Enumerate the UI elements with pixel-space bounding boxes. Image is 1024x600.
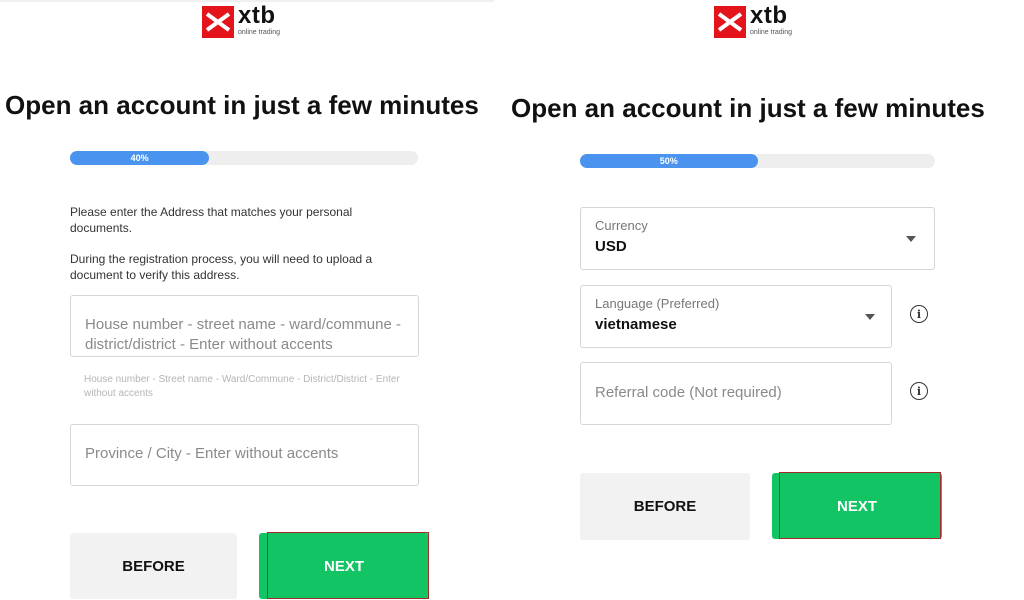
referral-placeholder: Referral code (Not required) [595,384,782,401]
before-button[interactable]: BEFORE [580,473,750,540]
before-button[interactable]: BEFORE [70,533,237,599]
page-title: Open an account in just a few minutes [5,90,479,120]
language-value: vietnamese [595,316,677,333]
brand-name: xtb [238,2,276,29]
xtb-logo: xtb online trading [202,2,281,38]
province-placeholder: Province / City - Enter without accents [85,445,339,462]
next-button[interactable]: NEXT [259,533,429,599]
brand-tagline: online trading [238,29,281,36]
province-input[interactable]: Province / City - Enter without accents [70,424,419,486]
next-button[interactable]: NEXT [772,473,942,539]
info-icon[interactable]: i [910,305,928,323]
page-title: Open an account in just a few minutes [511,93,985,123]
progress-bar: 50% [580,154,935,168]
xtb-x-icon [714,6,746,38]
brand-name: xtb [750,2,788,29]
currency-value: USD [595,238,627,255]
referral-code-input[interactable]: Referral code (Not required) [580,362,892,425]
language-select[interactable]: Language (Preferred) vietnamese [580,285,892,348]
brand-tagline: online trading [750,29,793,36]
xtb-logo: xtb online trading [714,2,793,38]
currency-step-panel: xtb online trading Open an account in ju… [506,0,1024,600]
info-icon[interactable]: i [910,382,928,400]
verification-instruction: During the registration process, you wil… [70,252,373,282]
language-label: Language (Preferred) [595,296,720,311]
progress-fill: 50% [580,154,758,168]
address-instruction: Please enter the Address that matches yo… [70,205,353,235]
progress-bar: 40% [70,151,418,165]
progress-fill: 40% [70,151,210,165]
chevron-down-icon [865,314,875,320]
currency-label: Currency [595,218,648,233]
address-step-panel: xtb online trading Open an account in ju… [0,0,500,600]
chevron-down-icon [906,236,916,242]
xtb-x-icon [202,6,234,38]
address-hint: House number - Street name - Ward/Commun… [84,374,400,399]
currency-select[interactable]: Currency USD [580,207,935,270]
address-placeholder: House number - street name - ward/commun… [85,316,401,353]
address-input[interactable]: House number - street name - ward/commun… [70,295,419,357]
